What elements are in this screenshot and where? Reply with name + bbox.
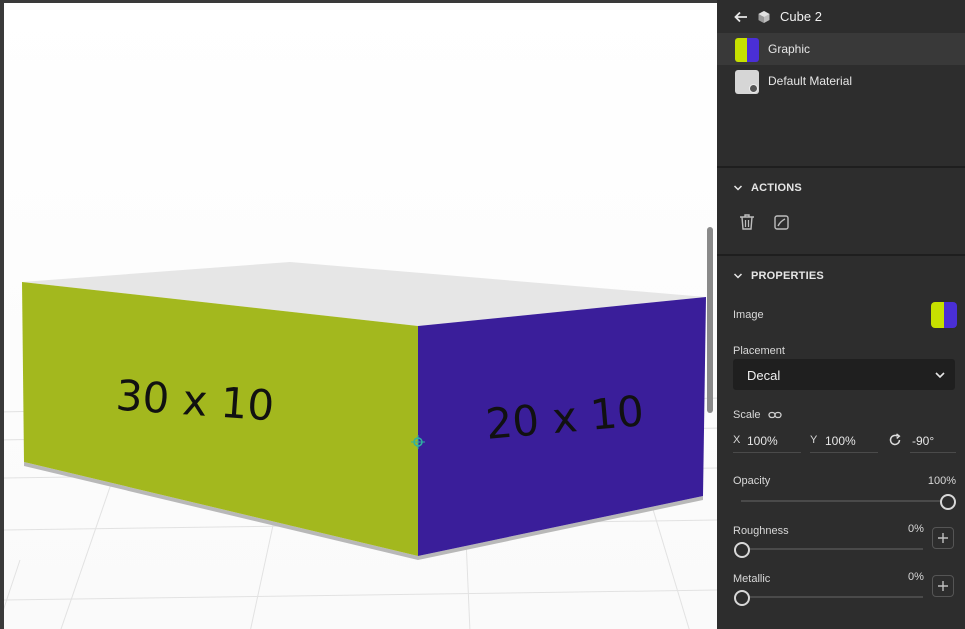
- layer-item-graphic[interactable]: Graphic: [717, 33, 965, 65]
- scale-x-field[interactable]: X 100%: [733, 430, 801, 453]
- cube-icon: [758, 11, 770, 23]
- plus-icon: [938, 533, 948, 543]
- roughness-slider-track[interactable]: [741, 548, 923, 550]
- metallic-add-button[interactable]: [932, 575, 954, 597]
- properties-panel: Cube 2 Graphic Default Material ACTIONS …: [717, 0, 965, 629]
- opacity-label: Opacity: [733, 475, 771, 487]
- chevron-down-icon: [935, 372, 945, 379]
- panel-header: Cube 2: [717, 0, 965, 34]
- scale-label: Scale: [733, 409, 761, 421]
- properties-section-header[interactable]: PROPERTIES: [733, 270, 824, 282]
- arrow-left-icon[interactable]: [733, 9, 749, 25]
- graphic-thumbnail: [735, 38, 759, 62]
- roughness-value: 0%: [908, 523, 924, 535]
- actions-section-header[interactable]: ACTIONS: [733, 182, 802, 194]
- scale-x-value: 100%: [747, 434, 778, 448]
- roughness-slider-knob[interactable]: [734, 542, 750, 558]
- rotation-field[interactable]: -90°: [910, 430, 956, 453]
- placement-value: Decal: [747, 368, 781, 383]
- metallic-slider-track[interactable]: [741, 596, 923, 598]
- properties-title: PROPERTIES: [751, 270, 824, 282]
- rotate-icon[interactable]: [888, 433, 902, 447]
- opacity-slider-track[interactable]: [741, 500, 941, 502]
- edit-material-icon[interactable]: [774, 215, 789, 230]
- link-icon[interactable]: [768, 409, 782, 421]
- layer-label: Default Material: [768, 74, 853, 88]
- scale-y-label: Y: [810, 434, 818, 446]
- roughness-add-button[interactable]: [932, 527, 954, 549]
- chevron-down-icon: [733, 273, 743, 279]
- opacity-slider-knob[interactable]: [940, 494, 956, 510]
- viewport-3d[interactable]: 30 x 10 20 x 10: [0, 0, 717, 629]
- divider: [717, 254, 965, 256]
- viewport-scrollbar[interactable]: [707, 227, 713, 413]
- placement-dropdown[interactable]: Decal: [733, 359, 955, 390]
- scale-y-value: 100%: [825, 434, 856, 448]
- actions-title: ACTIONS: [751, 182, 802, 194]
- scene-canvas[interactable]: 30 x 10 20 x 10: [0, 0, 717, 629]
- image-swatch[interactable]: [931, 302, 957, 328]
- object-title: Cube 2: [780, 9, 822, 24]
- chevron-down-icon: [733, 185, 743, 191]
- metallic-slider-knob[interactable]: [734, 590, 750, 606]
- metallic-label: Metallic: [733, 573, 771, 585]
- divider: [717, 166, 965, 168]
- image-label: Image: [733, 309, 764, 321]
- scale-y-field[interactable]: Y 100%: [810, 430, 878, 453]
- scale-x-label: X: [733, 434, 741, 446]
- layer-label: Graphic: [768, 42, 811, 56]
- opacity-value: 100%: [927, 475, 956, 487]
- placement-label: Placement: [733, 345, 785, 357]
- material-thumbnail: [735, 70, 759, 94]
- rotation-value: -90°: [912, 434, 935, 448]
- trash-icon[interactable]: [739, 213, 755, 231]
- layer-item-default-material[interactable]: Default Material: [717, 65, 965, 97]
- plus-icon: [938, 581, 948, 591]
- roughness-label: Roughness: [733, 525, 789, 537]
- metallic-value: 0%: [908, 571, 924, 583]
